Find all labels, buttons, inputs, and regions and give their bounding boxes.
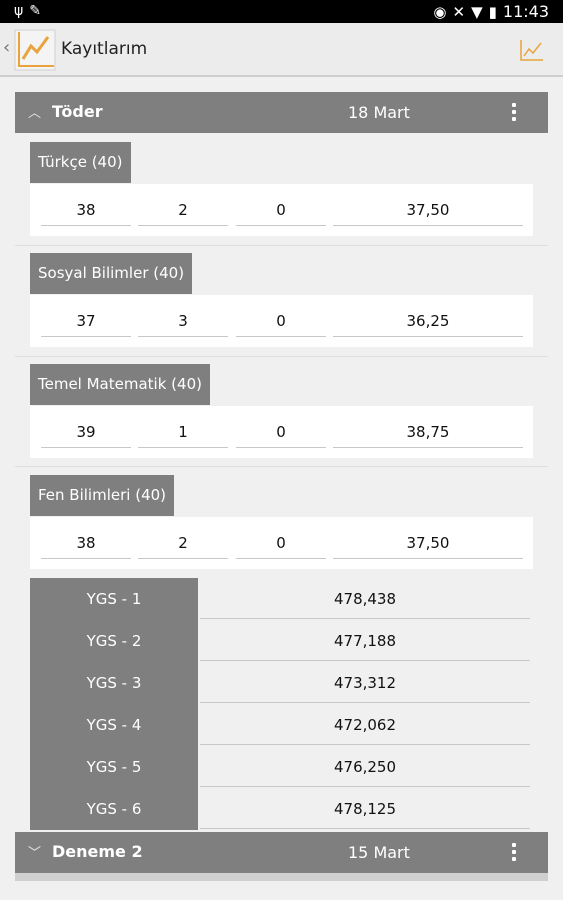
record-date: 18 Mart <box>348 103 410 122</box>
chevron-up-icon[interactable]: ︿ <box>28 102 41 121</box>
score-row: 38 2 0 37,50 <box>30 517 533 569</box>
subject-label: Türkçe (40) <box>30 142 131 183</box>
ygs-row: YGS - 6 478,125 <box>30 788 533 830</box>
usb-icon: ψ <box>14 3 30 19</box>
correct-count[interactable]: 38 <box>41 517 131 569</box>
notification-icons: ψ✎ <box>14 3 47 19</box>
line-chart-icon[interactable] <box>520 39 544 61</box>
ygs-row: YGS - 3 473,312 <box>30 662 533 704</box>
wrong-count[interactable]: 2 <box>138 184 228 236</box>
ygs-score: 473,312 <box>200 674 530 703</box>
mute-icon: ✕ <box>452 2 466 21</box>
list-bottom-edge <box>15 873 548 881</box>
ygs-label: YGS - 4 <box>86 716 142 734</box>
wrong-count[interactable]: 1 <box>138 406 228 458</box>
score-row: 38 2 0 37,50 <box>30 184 533 236</box>
pencil-icon: ✎ <box>29 3 47 19</box>
ygs-label: YGS - 6 <box>86 800 142 818</box>
record-name: Deneme 2 <box>52 842 143 861</box>
correct-count[interactable]: 37 <box>41 295 131 347</box>
score-row: 37 3 0 36,25 <box>30 295 533 347</box>
net-score: 38,75 <box>333 406 523 458</box>
ygs-label: YGS - 2 <box>86 632 142 650</box>
ygs-results-table: YGS - 1 478,438 YGS - 2 477,188 YGS - 3 … <box>30 578 533 830</box>
ygs-label: YGS - 1 <box>86 590 142 608</box>
status-bar: ψ✎ ◉ ✕ ▼ ▮ 11:43 <box>0 0 563 23</box>
wrong-count[interactable]: 2 <box>138 517 228 569</box>
clock: 11:43 <box>502 2 549 21</box>
subject-label: Sosyal Bilimler (40) <box>30 253 193 294</box>
ygs-row: YGS - 2 477,188 <box>30 620 533 662</box>
net-score: 37,50 <box>333 184 523 236</box>
wrong-count[interactable]: 3 <box>138 295 228 347</box>
subject-label: Fen Bilimleri (40) <box>30 475 175 516</box>
net-score: 37,50 <box>333 517 523 569</box>
ygs-row: YGS - 4 472,062 <box>30 704 533 746</box>
subject-label: Temel Matematik (40) <box>30 364 210 405</box>
ygs-label: YGS - 3 <box>86 674 142 692</box>
action-bar: ‹ Kayıtlarım <box>0 23 563 77</box>
record-date: 15 Mart <box>348 843 410 862</box>
empty-count[interactable]: 0 <box>236 295 326 347</box>
ygs-row: YGS - 5 476,250 <box>30 746 533 788</box>
empty-count[interactable]: 0 <box>236 517 326 569</box>
ygs-score: 477,188 <box>200 632 530 661</box>
system-icons: ◉ ✕ ▼ ▮ 11:43 <box>433 2 549 21</box>
divider <box>15 245 548 246</box>
empty-count[interactable]: 0 <box>236 406 326 458</box>
ygs-score: 478,125 <box>200 800 530 829</box>
record-header-deneme-2[interactable]: ﹀ Deneme 2 15 Mart <box>15 832 548 873</box>
ygs-row: YGS - 1 478,438 <box>30 578 533 620</box>
back-icon[interactable]: ‹ <box>3 37 10 58</box>
overflow-menu-icon[interactable] <box>510 103 518 123</box>
overflow-menu-icon[interactable] <box>510 843 518 863</box>
chevron-down-icon[interactable]: ﹀ <box>28 842 41 861</box>
score-row: 39 1 0 38,75 <box>30 406 533 458</box>
record-header-toder[interactable]: ︿ Töder 18 Mart <box>15 92 548 133</box>
ygs-score: 476,250 <box>200 758 530 787</box>
net-score: 36,25 <box>333 295 523 347</box>
correct-count[interactable]: 38 <box>41 184 131 236</box>
wifi-icon: ▼ <box>471 2 483 21</box>
page-title: Kayıtlarım <box>61 39 148 59</box>
empty-count[interactable]: 0 <box>236 184 326 236</box>
divider <box>15 466 548 467</box>
divider <box>15 356 548 357</box>
app-logo-icon[interactable] <box>14 29 56 71</box>
ygs-score: 472,062 <box>200 716 530 745</box>
ygs-label: YGS - 5 <box>86 758 142 776</box>
ygs-score: 478,438 <box>200 590 530 619</box>
record-name: Töder <box>52 102 103 121</box>
correct-count[interactable]: 39 <box>41 406 131 458</box>
battery-icon: ▮ <box>488 2 497 21</box>
eye-icon: ◉ <box>433 2 447 21</box>
